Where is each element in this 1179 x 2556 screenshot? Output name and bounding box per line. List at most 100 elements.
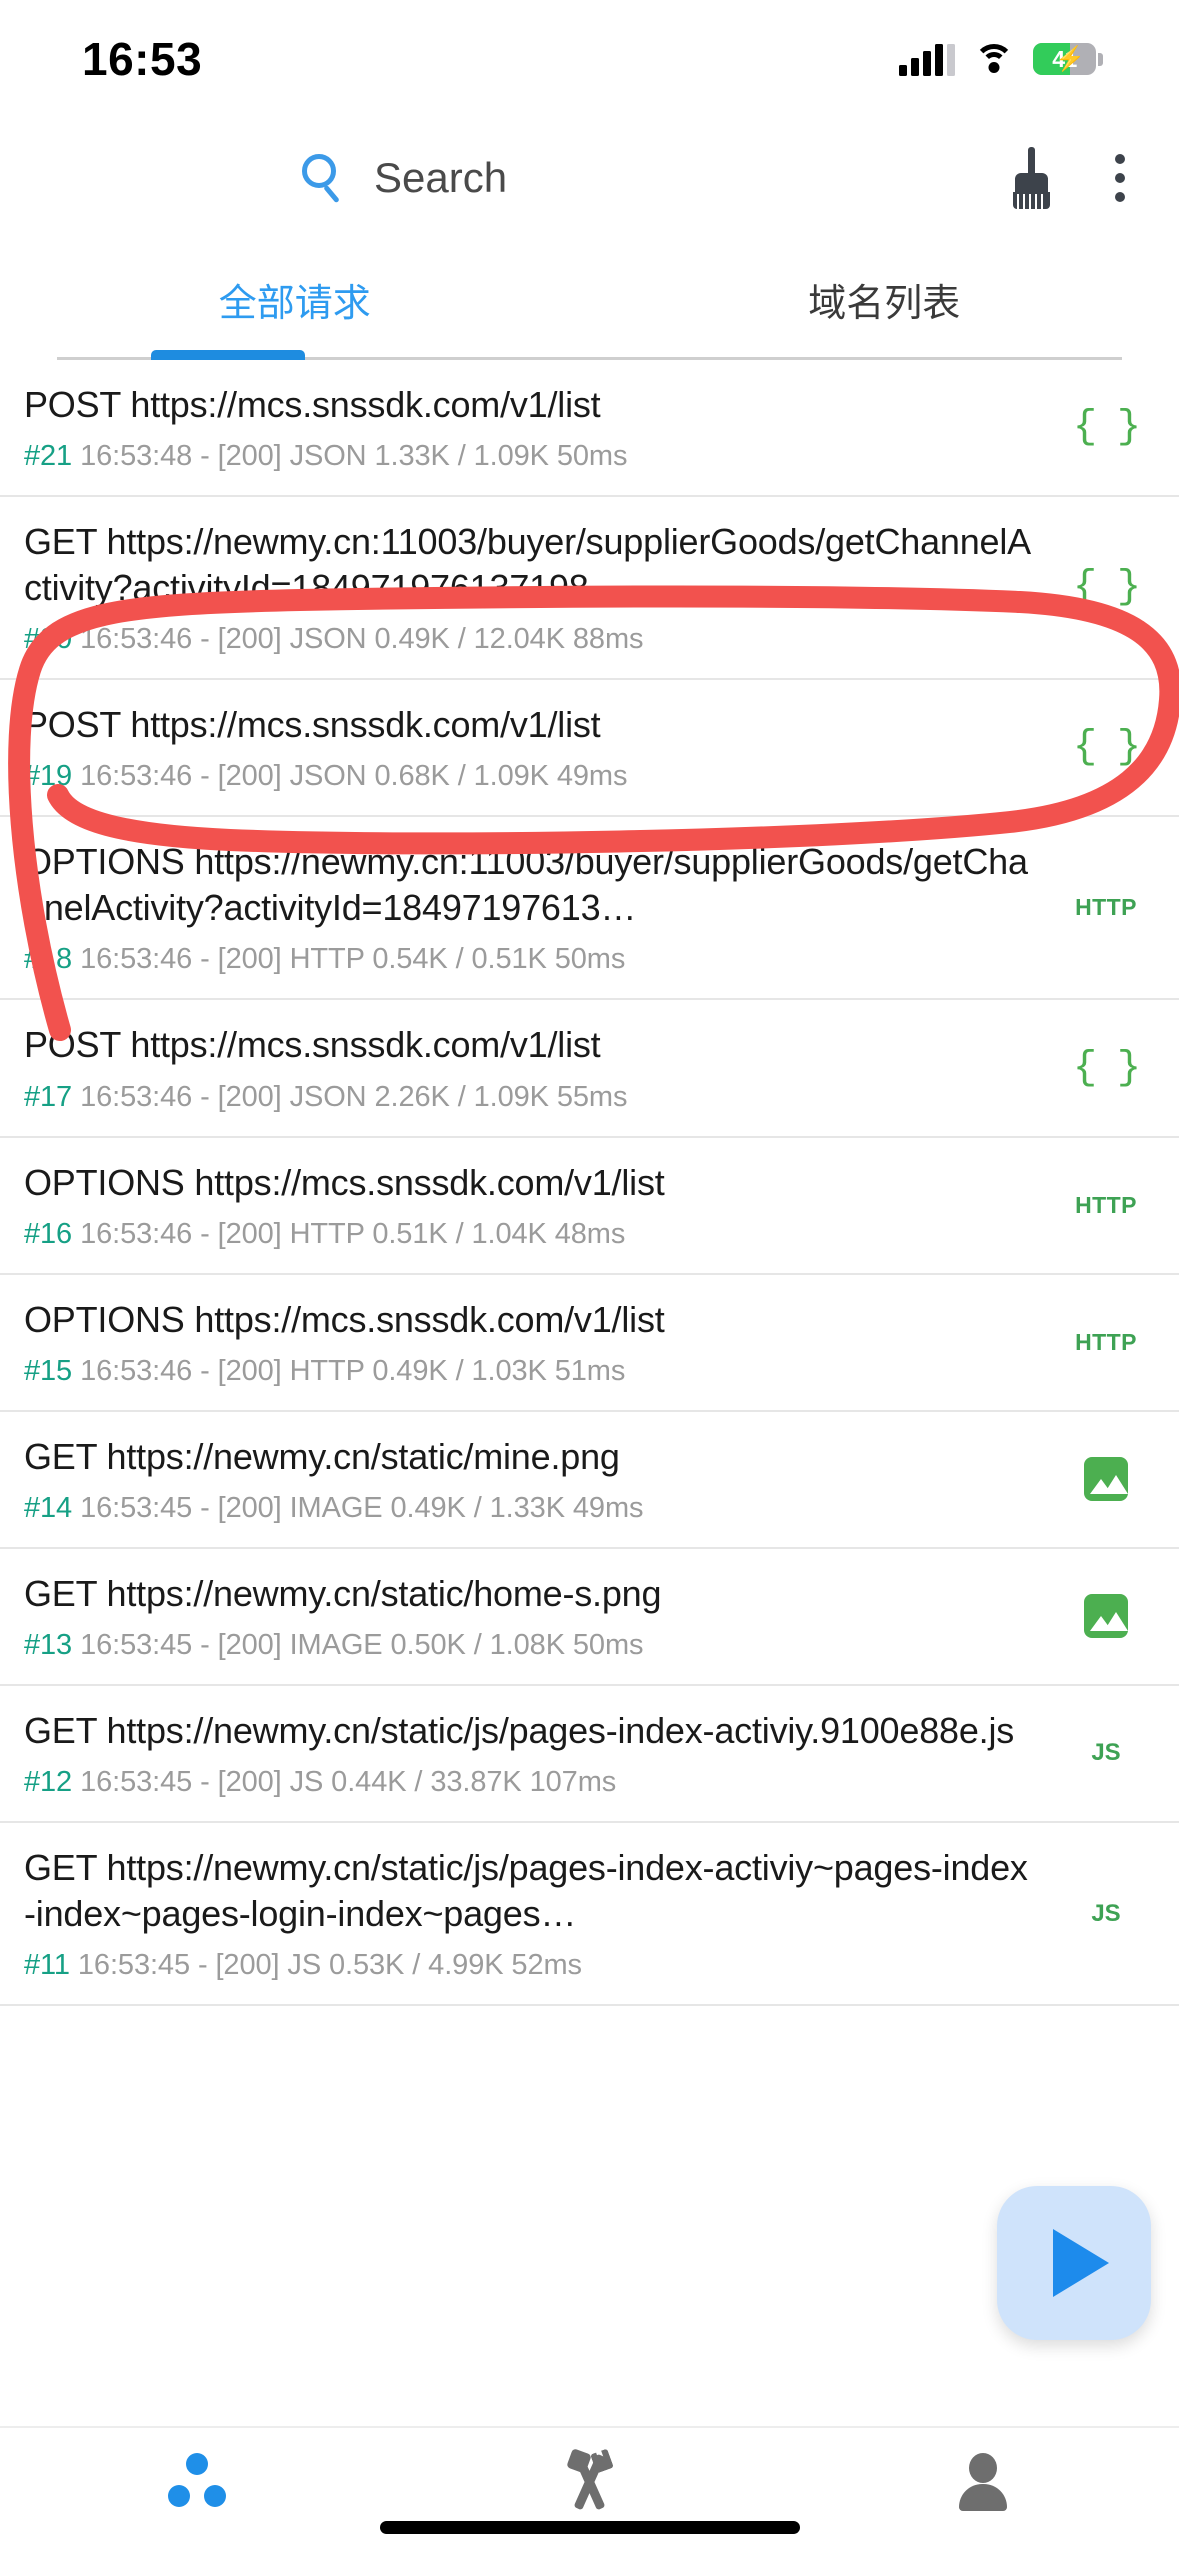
request-meta: #11 16:53:45 - [200] JS 0.53K / 4.99K 52… [24,1949,1039,1982]
request-url: GET https://newmy.cn/static/js/pages-ind… [24,1709,1015,1751]
request-info: POST https://mcs.snssdk.com/v1/list #19 1… [24,702,1063,793]
request-info: POST https://mcs.snssdk.com/v1/list #21 1… [24,382,1063,473]
json-braces-icon: { } [1072,565,1141,611]
request-info: OPTIONS https://mcs.snssdk.com/v1/list #1… [24,1297,1063,1388]
request-info: GET https://newmy.cn/static/js/pages-ind… [24,1708,1063,1799]
tab-bar: 全部请求 域名列表 [0,238,1179,360]
request-meta-text: 16:53:46 - [200] HTTP 0.49K / 1.03K 51ms [80,1354,626,1387]
json-braces-icon: { } [1072,405,1141,451]
request-url: POST https://mcs.snssdk.com/v1/list [24,704,601,746]
three-dots-group-icon [167,2453,226,2511]
image-thumbnail-icon [1084,1457,1128,1502]
request-type-badge: { } [1063,1046,1149,1091]
request-index: #14 [24,1491,73,1524]
request-index: #16 [24,1217,73,1250]
http-text-icon: HTTP [1075,894,1137,921]
json-braces-icon: { } [1072,1045,1141,1091]
request-meta: #20 16:53:46 - [200] JSON 0.49K / 12.04K… [24,623,1039,656]
nav-item-requests[interactable] [0,2446,393,2518]
request-row[interactable]: GET https://newmy.cn/static/js/pages-ind… [0,1686,1179,1823]
request-type-badge: JS [1063,1739,1149,1767]
request-list[interactable]: POST https://mcs.snssdk.com/v1/list #21 1… [0,360,1179,2426]
search-button[interactable]: Search [300,154,507,204]
app-bar-actions [1005,147,1131,209]
status-bar-indicators: 41 ⚡ [899,42,1103,76]
request-type-badge: HTTP [1063,894,1149,921]
request-meta: #16 16:53:46 - [200] HTTP 0.51K / 1.04K … [24,1218,1039,1251]
request-url: OPTIONS https://mcs.snssdk.com/v1/list [24,1161,665,1203]
cellular-signal-icon [899,42,955,76]
tab-active-indicator [151,350,305,360]
request-row[interactable]: POST https://mcs.snssdk.com/v1/list #21 1… [0,360,1179,498]
status-bar: 16:53 41 ⚡ [0,0,1179,118]
request-info: OPTIONS https://mcs.snssdk.com/v1/list #1… [24,1160,1063,1251]
request-row[interactable]: GET https://newmy.cn/static/mine.png #14 … [0,1412,1179,1549]
nav-item-tools[interactable] [393,2446,786,2518]
request-type-badge: JS [1063,1900,1149,1928]
request-meta-text: 16:53:46 - [200] JSON 0.49K / 12.04K 88m… [80,623,644,656]
broom-clear-icon[interactable] [1005,147,1057,209]
request-meta-text: 16:53:45 - [200] JS 0.44K / 33.87K 107ms [80,1765,617,1798]
request-info: OPTIONS https://newmy.cn:11003/buyer/sup… [24,839,1063,976]
search-label[interactable]: Search [374,154,507,202]
wifi-icon [974,44,1014,74]
more-vertical-icon[interactable] [1109,148,1131,208]
request-index: #12 [24,1765,73,1798]
request-row[interactable]: GET https://newmy.cn/static/home-s.png #1… [0,1549,1179,1686]
request-row[interactable]: GET https://newmy.cn:11003/buyer/supplie… [0,497,1179,681]
request-index: #13 [24,1628,73,1661]
play-triangle-icon [1053,2229,1109,2297]
app-bar: Search [0,118,1179,238]
js-text-icon: JS [1091,1899,1121,1927]
request-row[interactable]: OPTIONS https://mcs.snssdk.com/v1/list #1… [0,1275,1179,1412]
request-meta-text: 16:53:45 - [200] IMAGE 0.49K / 1.33K 49m… [80,1491,644,1524]
request-type-badge: HTTP [1063,1329,1149,1356]
request-type-badge: HTTP [1063,1192,1149,1219]
request-url: GET https://newmy.cn:11003/buyer/supplie… [24,521,1031,609]
request-meta-text: 16:53:48 - [200] JSON 1.33K / 1.09K 50ms [80,440,628,473]
request-meta-text: 16:53:46 - [200] HTTP 0.54K / 0.51K 50ms [80,943,626,976]
tab-domain-list[interactable]: 域名列表 [590,238,1179,360]
app-screen: 16:53 41 ⚡ Search 全部请求 域名列表 POST https:/… [0,0,1179,2556]
battery-icon: 41 ⚡ [1033,43,1103,75]
request-info: GET https://newmy.cn/static/mine.png #14 … [24,1434,1063,1525]
request-url: GET https://newmy.cn/static/js/pages-ind… [24,1846,1028,1935]
request-url: OPTIONS https://newmy.cn:11003/buyer/sup… [24,841,1028,929]
request-url: GET https://newmy.cn/static/mine.png [24,1435,620,1477]
request-meta-text: 16:53:46 - [200] HTTP 0.51K / 1.04K 48ms [80,1217,626,1250]
request-row[interactable]: OPTIONS https://mcs.snssdk.com/v1/list #1… [0,1138,1179,1275]
tab-all-requests[interactable]: 全部请求 [0,238,590,360]
request-index: #19 [24,760,73,793]
request-type-badge: { } [1063,565,1149,610]
charging-bolt-icon: ⚡ [1055,45,1085,73]
request-meta: #13 16:53:45 - [200] IMAGE 0.50K / 1.08K… [24,1629,1039,1662]
request-row[interactable]: POST https://mcs.snssdk.com/v1/list #17 1… [0,1000,1179,1138]
request-index: #11 [24,1949,70,1982]
request-row[interactable]: OPTIONS https://newmy.cn:11003/buyer/sup… [0,817,1179,1001]
request-url: GET https://newmy.cn/static/home-s.png [24,1572,662,1614]
request-type-badge [1063,1594,1149,1639]
request-meta-text: 16:53:45 - [200] IMAGE 0.50K / 1.08K 50m… [80,1628,644,1661]
request-type-badge [1063,1457,1149,1502]
search-icon[interactable] [300,154,348,204]
http-text-icon: HTTP [1075,1328,1137,1355]
image-thumbnail-icon [1084,1594,1128,1639]
request-info: GET https://newmy.cn:11003/buyer/supplie… [24,519,1063,656]
json-braces-icon: { } [1072,725,1141,771]
request-row[interactable]: GET https://newmy.cn/static/js/pages-ind… [0,1823,1179,2007]
request-info: POST https://mcs.snssdk.com/v1/list #17 1… [24,1022,1063,1113]
request-url: POST https://mcs.snssdk.com/v1/list [24,384,601,425]
request-meta: #15 16:53:46 - [200] HTTP 0.49K / 1.03K … [24,1355,1039,1388]
nav-item-profile[interactable] [786,2446,1179,2518]
request-url: OPTIONS https://mcs.snssdk.com/v1/list [24,1298,665,1340]
bottom-navigation [0,2426,1179,2556]
tools-wrench-hammer-icon [559,2448,621,2513]
request-type-badge: { } [1063,725,1149,770]
request-index: #18 [24,943,73,976]
request-meta-text: 16:53:46 - [200] JSON 0.68K / 1.09K 49ms [80,760,628,793]
request-url: POST https://mcs.snssdk.com/v1/list [24,1024,601,1066]
request-info: GET https://newmy.cn/static/js/pages-ind… [24,1845,1063,1982]
request-meta-text: 16:53:45 - [200] JS 0.53K / 4.99K 52ms [77,1949,582,1982]
play-fab-button[interactable] [997,2186,1151,2340]
request-row[interactable]: POST https://mcs.snssdk.com/v1/list #19 1… [0,680,1179,818]
